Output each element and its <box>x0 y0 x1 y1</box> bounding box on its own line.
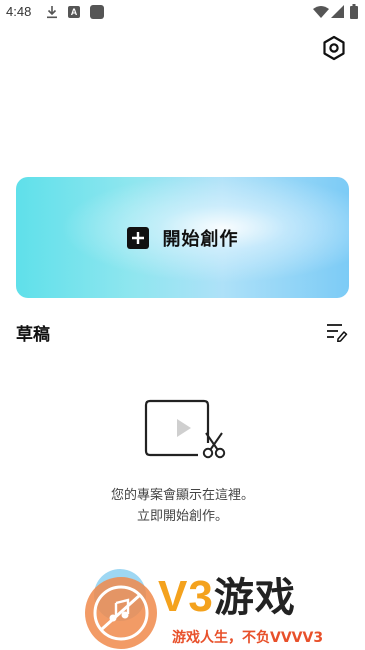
watermark-brand-latin: V3 <box>158 572 214 621</box>
status-bar: 4:48 A <box>0 0 365 26</box>
start-creation-label: 開始創作 <box>162 228 239 250</box>
watermark: V3游戏 游戏人生，不负VVVV3 <box>80 565 365 650</box>
empty-state-line1: 您的專案會顯示在這裡。 <box>110 488 254 503</box>
watermark-brand-cn: 游戏 <box>213 575 296 621</box>
watermark-slogan: 游戏人生，不负VVVV3 <box>172 630 324 646</box>
signal-icon <box>331 5 344 18</box>
edit-list-icon[interactable] <box>326 322 348 342</box>
wifi-icon <box>313 6 329 18</box>
text-a-icon: A <box>68 6 80 18</box>
battery-icon <box>350 4 358 19</box>
settings-hexagon-icon[interactable] <box>320 34 348 62</box>
video-scissors-icon <box>144 399 226 459</box>
empty-state-line2: 立即開始創作。 <box>136 509 228 524</box>
download-icon <box>47 6 57 19</box>
watermark-brand: V3游戏 <box>158 565 296 623</box>
start-creation-content: 開始創作 <box>16 177 349 298</box>
drafts-title: 草稿 <box>16 325 50 345</box>
start-creation-button[interactable]: 開始創作 <box>16 177 349 298</box>
status-time: 4:48 <box>6 4 32 19</box>
app-square-icon <box>90 5 104 19</box>
watermark-logo-icon <box>85 569 157 649</box>
plus-icon <box>126 226 149 249</box>
